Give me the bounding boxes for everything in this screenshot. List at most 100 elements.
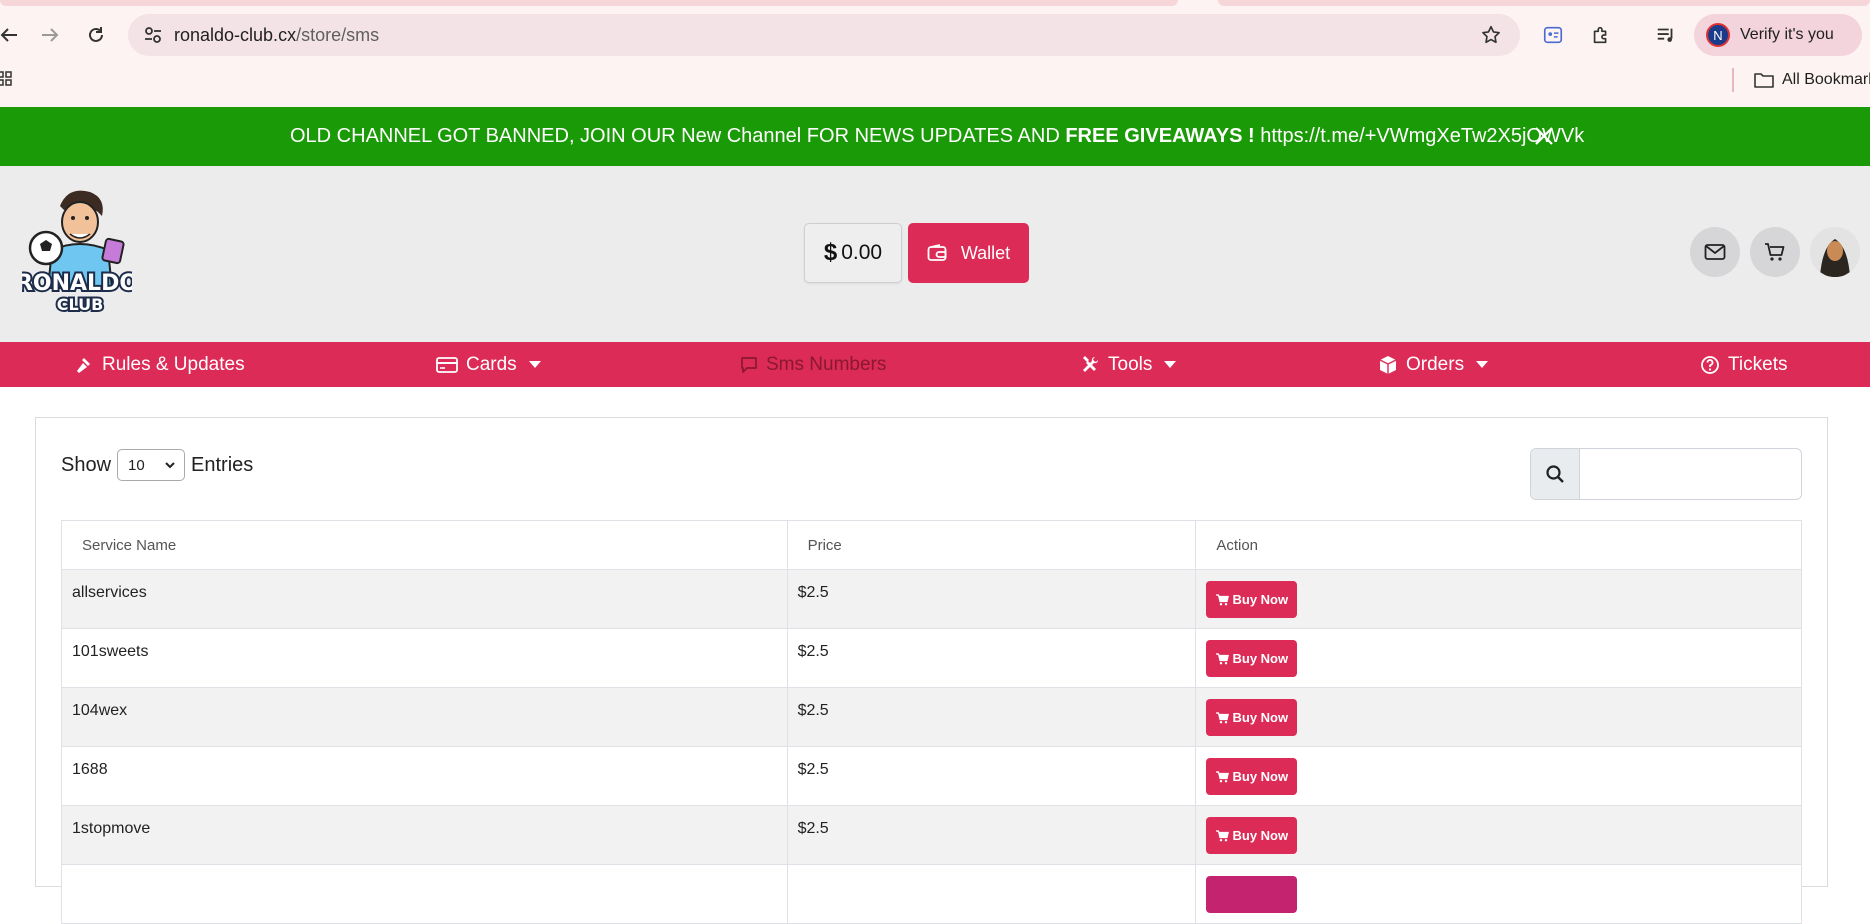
- close-icon[interactable]: [1531, 123, 1557, 149]
- question-circle-icon: [1701, 355, 1719, 374]
- nav-sms-label: Sms Numbers: [766, 353, 887, 375]
- buy-now-button[interactable]: Buy Now: [1206, 817, 1298, 854]
- site-logo[interactable]: RONALDO CLUB: [22, 178, 132, 318]
- forward-button[interactable]: [33, 18, 67, 52]
- buy-now-button[interactable]: Buy Now: [1206, 758, 1298, 795]
- nav-orders[interactable]: Orders: [1378, 342, 1489, 387]
- svg-text:CLUB: CLUB: [57, 295, 104, 314]
- verify-label: Verify it's you: [1740, 26, 1834, 43]
- table-row: [61, 864, 1802, 924]
- price-cell: $2.5: [786, 746, 1197, 806]
- address-bar[interactable]: ronaldo-club.cx/store/sms: [128, 14, 1520, 56]
- announcement-plain: OLD CHANNEL GOT BANNED, JOIN OUR New Cha…: [290, 125, 1066, 147]
- nav-tickets-label: Tickets: [1728, 353, 1788, 375]
- price-cell: [786, 864, 1197, 924]
- tune-icon: [145, 27, 161, 43]
- announcement-text: OLD CHANNEL GOT BANNED, JOIN OUR New Cha…: [290, 107, 1584, 166]
- entries-label: Entries: [191, 453, 254, 476]
- all-bookmarks-button[interactable]: All Bookmark: [1754, 68, 1870, 92]
- nav-rules-updates[interactable]: Rules & Updates: [76, 342, 245, 387]
- entries-value: 10: [128, 456, 145, 474]
- service-name-cell: [61, 864, 788, 924]
- extension-button-1[interactable]: [1536, 18, 1570, 52]
- search-input[interactable]: [1580, 449, 1801, 499]
- show-label: Show: [61, 453, 112, 476]
- chevron-down-icon: [1164, 361, 1177, 368]
- price-cell: $2.5: [786, 569, 1197, 629]
- box-icon: [1379, 355, 1397, 374]
- nav-tools-label: Tools: [1108, 353, 1153, 375]
- show-entries-control: Show 10 Entries: [61, 449, 253, 481]
- puzzle-icon: [1593, 26, 1607, 44]
- media-control-button[interactable]: [1649, 18, 1683, 52]
- buy-now-button[interactable]: Buy Now: [1206, 640, 1298, 677]
- balance-display: $ 0.00: [804, 223, 902, 283]
- browser-chrome: ronaldo-club.cx/store/sms N Verify it's …: [0, 0, 1870, 107]
- messages-button[interactable]: [1690, 227, 1740, 277]
- announcement-bold: FREE GIVEAWAYS !: [1065, 125, 1255, 147]
- profile-avatar: N: [1706, 23, 1730, 47]
- search-addon: [1531, 449, 1580, 499]
- user-avatar[interactable]: [1810, 227, 1860, 277]
- tools-icon: [1083, 355, 1099, 372]
- url-text[interactable]: ronaldo-club.cx/store/sms: [174, 14, 379, 56]
- nav-sms-numbers[interactable]: Sms Numbers: [740, 342, 886, 387]
- site-info-button[interactable]: [138, 20, 168, 50]
- col-service-name[interactable]: Service Name: [61, 520, 788, 570]
- buy-now-label: Buy Now: [1232, 710, 1289, 725]
- action-cell: Buy Now: [1195, 569, 1802, 629]
- bookmark-star-button[interactable]: [1476, 20, 1506, 50]
- extension-card-icon: [1543, 26, 1563, 44]
- entries-per-page-select[interactable]: 10: [117, 449, 186, 481]
- tab-active[interactable]: [0, 0, 1178, 6]
- nav-orders-label: Orders: [1406, 353, 1465, 375]
- main-nav: Rules & Updates Cards Sms Numbers Tools …: [0, 342, 1870, 387]
- chevron-down-icon: [1476, 361, 1489, 368]
- action-cell: Buy Now: [1195, 805, 1802, 865]
- extensions-button[interactable]: [1584, 18, 1618, 52]
- cart-icon: [1215, 829, 1229, 841]
- buy-now-button[interactable]: [1206, 876, 1298, 913]
- cart-icon: [1215, 711, 1229, 723]
- col-action[interactable]: Action: [1195, 520, 1802, 570]
- nav-tools[interactable]: Tools: [1080, 342, 1177, 387]
- price-cell: $2.5: [786, 687, 1197, 747]
- service-name-cell: 1688: [61, 746, 788, 806]
- nav-cards[interactable]: Cards: [436, 342, 541, 387]
- tab-other[interactable]: [1218, 0, 1870, 6]
- table-row: 1stopmove $2.5 Buy Now: [61, 805, 1802, 865]
- currency-symbol: $: [823, 239, 838, 266]
- profile-verify-chip[interactable]: N Verify it's you: [1694, 14, 1862, 56]
- service-name-cell: 101sweets: [61, 628, 788, 688]
- buy-now-button[interactable]: Buy Now: [1206, 581, 1298, 618]
- cart-button[interactable]: [1750, 227, 1800, 277]
- url-domain: ronaldo-club.cx: [174, 25, 297, 45]
- wallet-button[interactable]: Wallet: [908, 223, 1029, 283]
- cart-icon: [1765, 243, 1785, 261]
- col-price[interactable]: Price: [786, 520, 1197, 570]
- cart-icon: [1215, 770, 1229, 782]
- nav-tickets[interactable]: Tickets: [1700, 342, 1787, 387]
- arrow-left-icon: [0, 28, 17, 42]
- cart-icon: [1215, 593, 1229, 605]
- browser-menu-button[interactable]: [1860, 18, 1870, 52]
- all-bookmarks-label: All Bookmark: [1782, 71, 1870, 88]
- apps-grid-icon[interactable]: [0, 70, 14, 90]
- action-cell: Buy Now: [1195, 746, 1802, 806]
- back-button[interactable]: [0, 18, 26, 52]
- service-name-cell: allservices: [61, 569, 788, 629]
- price-cell: $2.5: [786, 805, 1197, 865]
- buy-now-label: Buy Now: [1232, 769, 1289, 784]
- reload-icon: [89, 27, 103, 42]
- table-search: [1530, 448, 1802, 500]
- cart-icon: [1215, 652, 1229, 664]
- credit-card-icon: [436, 356, 458, 373]
- svg-text:RONALDO: RONALDO: [22, 271, 132, 296]
- reload-button[interactable]: [79, 18, 113, 52]
- url-path: /store/sms: [296, 25, 380, 45]
- action-cell: Buy Now: [1195, 628, 1802, 688]
- table-row: allservices $2.5 Buy Now: [61, 569, 1802, 629]
- table-row: 104wex $2.5 Buy Now: [61, 687, 1802, 747]
- buy-now-button[interactable]: Buy Now: [1206, 699, 1298, 736]
- announcement-bar: OLD CHANNEL GOT BANNED, JOIN OUR New Cha…: [0, 107, 1870, 166]
